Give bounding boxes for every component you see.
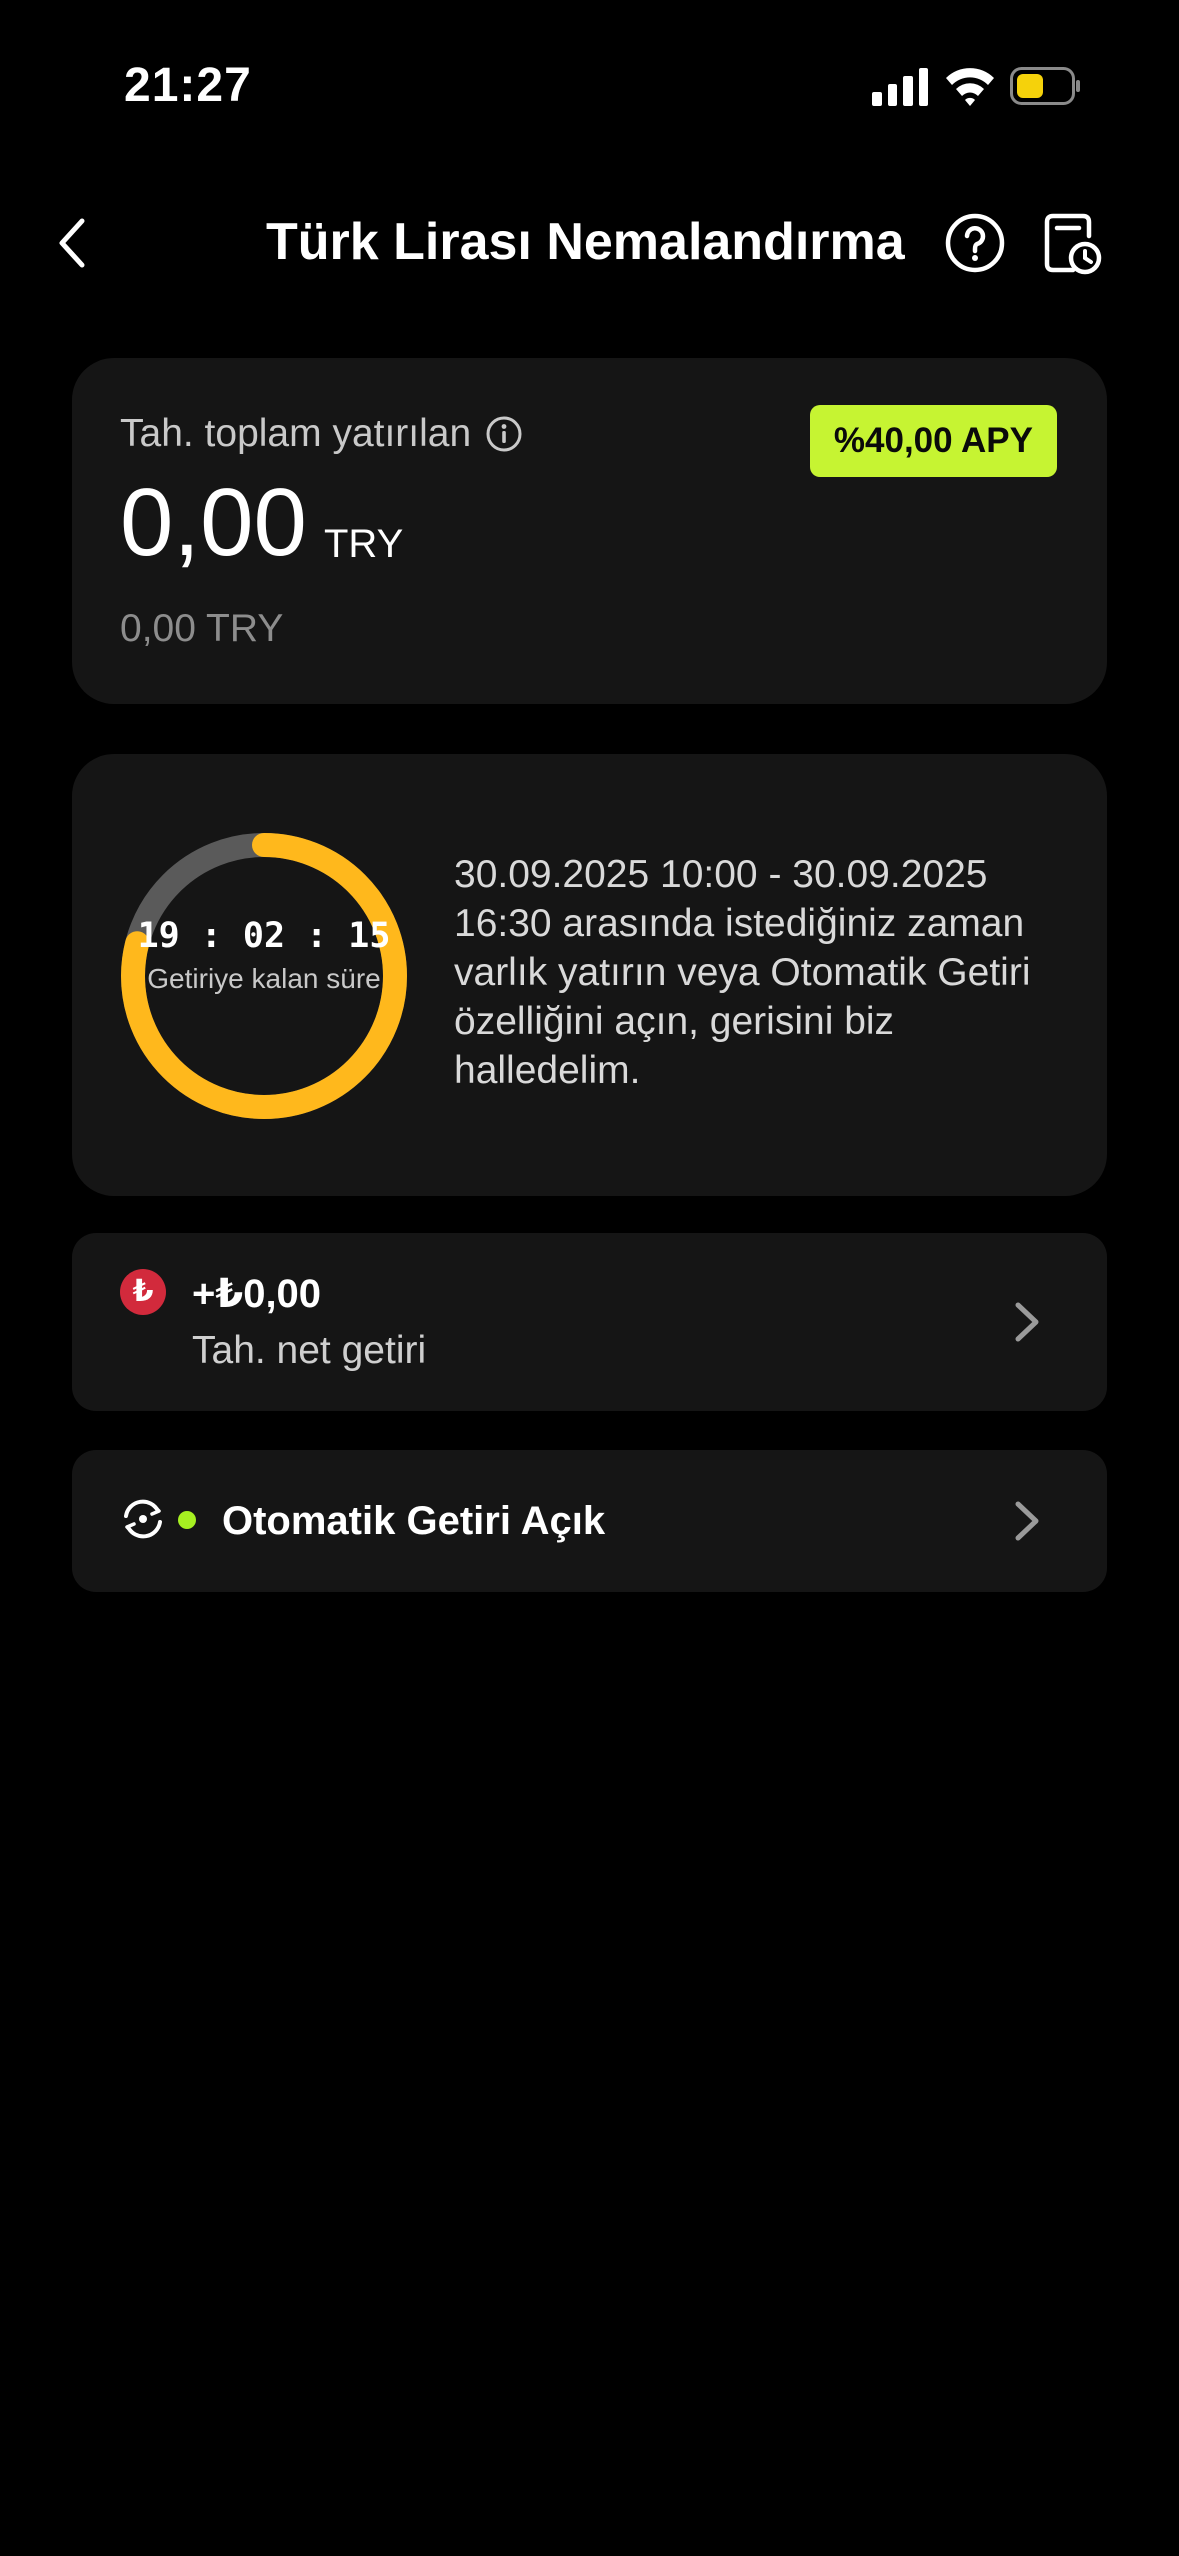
- summary-label: Tah. toplam yatırılan: [120, 412, 472, 455]
- countdown-label: Getiriye kalan süre: [147, 963, 381, 994]
- countdown-time: 19 : 02 : 15: [137, 916, 391, 956]
- summary-card: Tah. toplam yatırılan %40,00 APY 0,00 TR…: [72, 358, 1107, 704]
- amount-currency: TRY: [324, 522, 404, 566]
- help-icon[interactable]: [944, 212, 1006, 274]
- auto-return-row[interactable]: Otomatik Getiri Açık: [72, 1450, 1107, 1592]
- status-time: 21:27: [124, 59, 252, 112]
- history-icon[interactable]: [1043, 212, 1103, 276]
- chevron-right-icon: [1015, 1501, 1039, 1541]
- apy-badge: %40,00 APY: [809, 405, 1057, 477]
- lira-icon: ₺: [120, 1269, 166, 1315]
- net-return-value: +₺0,00: [192, 1272, 322, 1316]
- countdown-description: 30.09.2025 10:00 - 30.09.2025 16:30 aras…: [454, 853, 1031, 1092]
- status-dot: [178, 1511, 196, 1529]
- net-return-label: Tah. net getiri: [192, 1329, 427, 1372]
- battery-icon: [1010, 67, 1080, 105]
- summary-label-row: Tah. toplam yatırılan: [120, 410, 523, 458]
- back-icon[interactable]: [50, 213, 94, 273]
- wifi-icon: [946, 68, 994, 106]
- total-amount: 0,00: [120, 469, 307, 576]
- auto-return-icon: [124, 1499, 162, 1539]
- secondary-amount: 0,00 TRY: [120, 607, 284, 650]
- signal-icon: [872, 66, 928, 106]
- auto-return-label: Otomatik Getiri Açık: [222, 1499, 606, 1543]
- countdown-card: 19 : 02 : 15 Getiriye kalan süre 30.09.2…: [72, 754, 1107, 1196]
- info-icon[interactable]: [485, 415, 523, 453]
- chevron-right-icon: [1015, 1302, 1039, 1342]
- net-return-row[interactable]: ₺ +₺0,00 Tah. net getiri: [72, 1233, 1107, 1411]
- page-title: Türk Lirası Nemalandırma: [266, 213, 905, 271]
